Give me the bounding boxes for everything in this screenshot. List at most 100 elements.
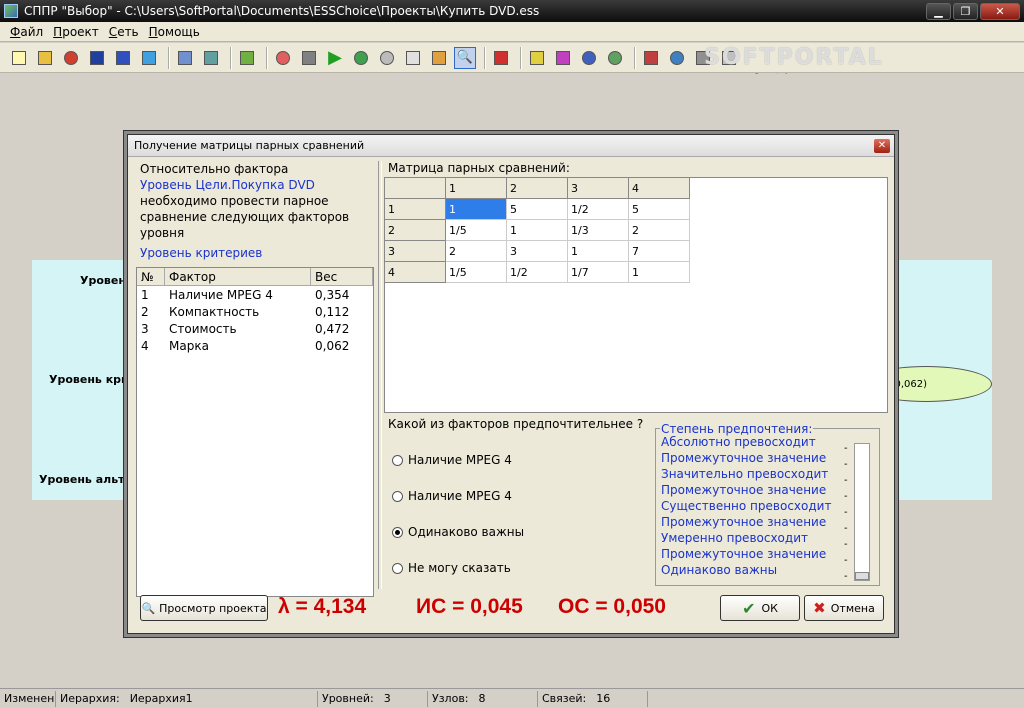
matrix-row: 1 1 5 1/2 5 [385, 199, 887, 220]
option-equal[interactable]: Одинаково важны [392, 525, 524, 539]
preview-icon[interactable] [402, 47, 424, 69]
radio-icon[interactable] [392, 454, 403, 466]
ok-button[interactable]: ✔ ОК [720, 595, 800, 621]
matrix-cell[interactable]: 1 [568, 241, 629, 262]
cancel-button[interactable]: ✖ Отмена [804, 595, 884, 621]
preference-slider[interactable] [854, 443, 870, 581]
radio-selected-icon[interactable] [392, 526, 403, 538]
new-file-icon[interactable] [8, 47, 30, 69]
search-icon[interactable]: 🔍 [454, 46, 476, 69]
pref-item: Умеренно превосходит [661, 531, 808, 545]
add-level-icon[interactable] [526, 47, 548, 69]
matrix-cell[interactable]: 3 [507, 241, 568, 262]
matrix-icon[interactable] [428, 47, 450, 69]
matrix-cell[interactable]: 2 [629, 220, 690, 241]
run-icon[interactable]: ▶ [324, 47, 346, 69]
magnifier-icon: 🔍 [141, 601, 156, 615]
run-expert-icon[interactable] [350, 47, 372, 69]
matrix-label: Матрица парных сравнений: [388, 161, 570, 175]
pref-item: Значительно превосходит [661, 467, 829, 481]
matrix-cell-selected[interactable]: 1 [446, 199, 507, 220]
pref-item: Абсолютно превосходит [661, 435, 816, 449]
preview-project-button[interactable]: 🔍 Просмотр проекта [140, 595, 268, 621]
factor-pane: Относительно фактора Уровень Цели.Покупк… [136, 161, 376, 597]
checkmark-icon: ✔ [742, 598, 756, 618]
level-label-goal: Уровень [80, 274, 133, 287]
menu-file[interactable]: Файл [10, 25, 43, 39]
pref-item: Промежуточное значение [661, 451, 827, 465]
menu-help[interactable]: Помощь [149, 25, 200, 39]
globe-icon[interactable] [666, 47, 688, 69]
status-state: Изменен [0, 690, 56, 707]
matrix-cell[interactable]: 2 [446, 241, 507, 262]
open-folder-icon[interactable] [34, 47, 56, 69]
dialog-close-icon[interactable]: ✕ [874, 138, 890, 153]
menu-network[interactable]: Сеть [109, 25, 139, 39]
radio-icon[interactable] [392, 562, 403, 574]
help-icon[interactable] [718, 47, 740, 69]
settings-icon[interactable] [112, 47, 134, 69]
stop-icon[interactable] [376, 47, 398, 69]
matrix-cell[interactable]: 1/5 [446, 262, 507, 283]
preference-question: Какой из факторов предпочтительнее ? Нал… [384, 417, 664, 597]
matrix-cell[interactable]: 5 [629, 199, 690, 220]
factor-row[interactable]: 4 Марка 0,062 [137, 337, 373, 354]
user-icon[interactable] [604, 47, 626, 69]
menu-bar: Файл Проект Сеть Помощь [0, 22, 1024, 42]
factor-row[interactable]: 3 Стоимость 0,472 [137, 320, 373, 337]
option-factor-b[interactable]: Наличие MPEG 4 [392, 489, 512, 503]
preference-legend: Степень предпочтения: [660, 422, 814, 436]
pairwise-dialog: Получение матрицы парных сравнений ✕ Отн… [127, 134, 895, 634]
pref-item: Промежуточное значение [661, 483, 827, 497]
menu-project[interactable]: Проект [53, 25, 99, 39]
app-icon [4, 4, 18, 18]
toolbar: ▶ 🔍 [0, 43, 1024, 73]
exit-icon[interactable] [236, 47, 258, 69]
slider-thumb[interactable] [855, 572, 869, 580]
pref-item: Промежуточное значение [661, 547, 827, 561]
report-icon[interactable] [200, 47, 222, 69]
matrix-cell[interactable]: 1/5 [446, 220, 507, 241]
matrix-header-row: 1 2 3 4 [385, 178, 887, 199]
matrix-row: 2 1/5 1 1/3 2 [385, 220, 887, 241]
matrix-cell[interactable]: 1/3 [568, 220, 629, 241]
matrix-cell[interactable]: 5 [507, 199, 568, 220]
print-icon[interactable] [174, 47, 196, 69]
network-icon[interactable] [298, 47, 320, 69]
factor-list-header: № Фактор Вес [137, 268, 373, 286]
criteria-level: Уровень критериев [140, 246, 263, 260]
cross-icon: ✖ [813, 599, 826, 617]
option-factor-a[interactable]: Наличие MPEG 4 [392, 453, 512, 467]
question-text: Какой из факторов предпочтительнее ? [388, 417, 644, 431]
phone-icon[interactable] [640, 47, 662, 69]
matrix-cell[interactable]: 1/7 [568, 262, 629, 283]
factor-list[interactable]: № Фактор Вес 1 Наличие MPEG 4 0,354 2 Компа… [136, 267, 374, 597]
close-window-button[interactable]: ✕ [980, 2, 1020, 20]
link-icon[interactable] [552, 47, 574, 69]
option-unknown[interactable]: Не могу сказать [392, 561, 511, 575]
hierarchy-icon[interactable] [272, 47, 294, 69]
matrix-cell[interactable]: 7 [629, 241, 690, 262]
lambda-value: λ = 4,134 [278, 595, 367, 618]
matrix-cell[interactable]: 1/2 [568, 199, 629, 220]
pref-item: Одинаково важны [661, 563, 778, 577]
flag-icon[interactable] [490, 47, 512, 69]
matrix-cell[interactable]: 1 [629, 262, 690, 283]
tools-icon[interactable] [692, 47, 714, 69]
factor-row[interactable]: 2 Компактность 0,112 [137, 303, 373, 320]
factor-row[interactable]: 1 Наличие MPEG 4 0,354 [137, 286, 373, 303]
minimize-button[interactable]: ▁ [926, 2, 951, 20]
status-levels: Уровней: 3 [318, 690, 428, 707]
status-bar: Изменен Иерархия: Иерархия1 Уровней: 3 Узл… [0, 688, 1024, 708]
open-recent-icon[interactable] [60, 47, 82, 69]
maximize-button[interactable]: ❐ [953, 2, 978, 20]
comparison-matrix[interactable]: 1 2 3 4 1 1 5 1/2 5 2 1/5 1 1/3 2 3 2 3 … [384, 177, 888, 413]
pane-splitter[interactable] [378, 161, 382, 589]
users-icon[interactable] [578, 47, 600, 69]
relative-info: Относительно фактора Уровень Цели.Покупк… [136, 161, 376, 261]
matrix-cell[interactable]: 1/2 [507, 262, 568, 283]
export-icon[interactable] [138, 47, 160, 69]
save-icon[interactable] [86, 47, 108, 69]
matrix-cell[interactable]: 1 [507, 220, 568, 241]
radio-icon[interactable] [392, 490, 403, 502]
